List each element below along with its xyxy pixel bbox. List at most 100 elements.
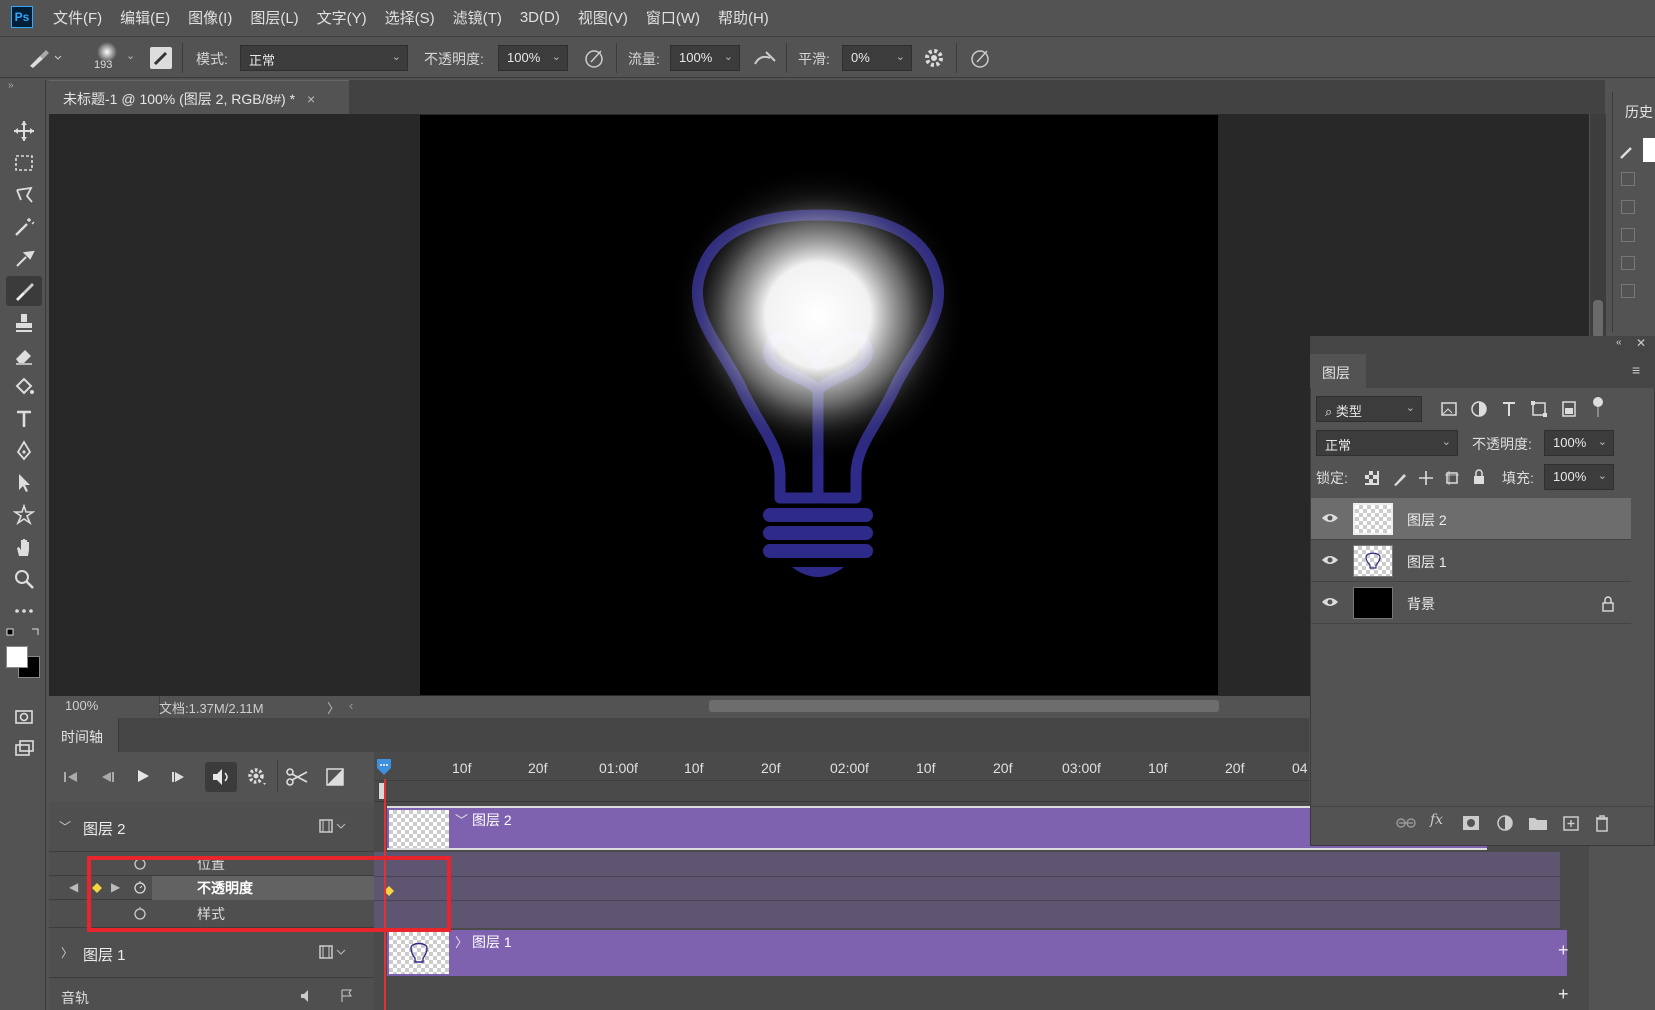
more-tools-icon[interactable]: [6, 596, 42, 626]
link-layers-icon[interactable]: [1396, 815, 1416, 831]
screen-mode-icon[interactable]: [6, 734, 42, 764]
menu-select[interactable]: 选择(S): [385, 7, 435, 28]
history-tab[interactable]: 历史: [1625, 102, 1653, 122]
quick-mask-icon[interactable]: [6, 702, 42, 732]
add-audio-icon[interactable]: +: [1558, 984, 1569, 1005]
visibility-eye-icon[interactable]: [1321, 554, 1339, 566]
layers-tab[interactable]: 图层: [1310, 354, 1366, 388]
collapse-panel-icon[interactable]: «: [1616, 337, 1622, 348]
menu-view[interactable]: 视图(V): [578, 7, 628, 28]
pressure-opacity-icon[interactable]: [582, 46, 606, 70]
fx-icon[interactable]: fx: [1430, 812, 1443, 828]
paint-bucket-tool-icon[interactable]: [6, 372, 42, 402]
layer-row[interactable]: 背景: [1311, 582, 1631, 624]
visibility-eye-icon[interactable]: [1321, 596, 1339, 608]
add-mask-icon[interactable]: [1462, 815, 1480, 831]
hand-tool-icon[interactable]: [6, 532, 42, 562]
new-group-folder-icon[interactable]: [1528, 815, 1548, 831]
audio-toggle-button[interactable]: [205, 762, 237, 792]
layer-opacity-input[interactable]: 100% ⌄: [1544, 430, 1614, 456]
split-playhead-scissors-icon[interactable]: [285, 766, 309, 788]
brush-tool-icon[interactable]: [6, 276, 42, 306]
smoothing-input[interactable]: 0% ⌄: [842, 45, 912, 71]
audio-track-row[interactable]: 音轨: [49, 978, 374, 1010]
menu-layer[interactable]: 图层(L): [250, 7, 298, 28]
document-canvas[interactable]: [420, 115, 1218, 695]
panel-menu-icon[interactable]: ≡: [1632, 362, 1640, 378]
history-checkbox[interactable]: [1621, 228, 1635, 242]
scroll-left-icon[interactable]: ‹: [349, 698, 353, 713]
go-to-first-frame-icon[interactable]: [63, 770, 79, 784]
menu-file[interactable]: 文件(F): [53, 7, 102, 28]
film-strip-icon[interactable]: [319, 818, 347, 834]
eyedropper-tool-icon[interactable]: [6, 244, 42, 274]
document-tab[interactable]: 未标题-1 @ 100% (图层 2, RGB/8#) * ×: [49, 80, 349, 114]
layer1-clip[interactable]: 〉 图层 1: [387, 930, 1567, 976]
timeline-layer-row[interactable]: 〉 图层 1: [49, 928, 374, 978]
next-frame-icon[interactable]: [171, 770, 187, 784]
speaker-icon[interactable]: [299, 988, 317, 1004]
path-selection-tool-icon[interactable]: [6, 468, 42, 498]
status-menu-arrow-icon[interactable]: 〉: [327, 698, 340, 717]
timeline-tab[interactable]: 时间轴: [49, 718, 119, 752]
brush-panel-icon[interactable]: [150, 47, 172, 69]
filter-toggle-icon[interactable]: [1592, 396, 1604, 420]
zoom-tool-icon[interactable]: [6, 564, 42, 594]
collapse-icon[interactable]: »: [8, 80, 14, 91]
layer-row[interactable]: 图层 2: [1311, 498, 1631, 540]
menu-image[interactable]: 图像(I): [188, 7, 232, 28]
menu-window[interactable]: 窗口(W): [646, 7, 700, 28]
transition-icon[interactable]: [325, 767, 345, 787]
history-checkbox[interactable]: [1621, 172, 1635, 186]
expand-chevron-icon[interactable]: 〉: [61, 944, 73, 961]
stamp-tool-icon[interactable]: [6, 308, 42, 338]
lock-image-pixels-icon[interactable]: [1392, 470, 1408, 486]
collapse-chevron-icon[interactable]: ﹀: [59, 818, 71, 835]
play-icon[interactable]: [135, 768, 151, 784]
pressure-size-icon[interactable]: [968, 46, 992, 70]
chevron-down-icon[interactable]: ⌄: [126, 49, 135, 62]
magic-wand-tool-icon[interactable]: [6, 212, 42, 242]
shape-tool-icon[interactable]: [6, 500, 42, 530]
layer-row[interactable]: 图层 1: [1311, 540, 1631, 582]
opacity-input[interactable]: 100% ⌄: [498, 45, 568, 71]
flow-input[interactable]: 100% ⌄: [670, 45, 740, 71]
clip-chevron-icon[interactable]: 〉: [455, 932, 468, 951]
brush-tool-preset-icon[interactable]: [26, 47, 62, 69]
filter-type-icon[interactable]: [1500, 400, 1518, 418]
filter-adjustment-icon[interactable]: [1470, 400, 1488, 418]
mode-dropdown[interactable]: 正常 ⌄: [240, 45, 408, 71]
timeline-layer-row[interactable]: ﹀ 图层 2: [49, 802, 374, 852]
horizontal-scrollbar-thumb[interactable]: [709, 700, 1219, 712]
history-checkbox[interactable]: [1621, 256, 1635, 270]
marquee-tool-icon[interactable]: [6, 148, 42, 178]
lock-artboard-icon[interactable]: [1444, 470, 1460, 486]
filter-smart-object-icon[interactable]: [1560, 400, 1578, 418]
menu-3d[interactable]: 3D(D): [520, 9, 560, 26]
film-strip-icon[interactable]: [319, 944, 347, 960]
type-tool-icon[interactable]: [6, 404, 42, 434]
filter-shape-icon[interactable]: [1530, 400, 1548, 418]
add-media-icon[interactable]: +: [1558, 940, 1569, 961]
history-checkbox[interactable]: [1621, 284, 1635, 298]
move-tool-icon[interactable]: [6, 116, 42, 146]
scrollbar-thumb[interactable]: [1593, 300, 1603, 338]
eraser-tool-icon[interactable]: [6, 340, 42, 370]
airbrush-icon[interactable]: [752, 46, 778, 70]
pen-tool-icon[interactable]: [6, 436, 42, 466]
delete-layer-trash-icon[interactable]: [1594, 814, 1610, 832]
new-layer-icon[interactable]: [1562, 814, 1580, 832]
work-area-start-icon[interactable]: [376, 758, 392, 776]
menu-type[interactable]: 文字(Y): [317, 7, 367, 28]
adjustment-layer-icon[interactable]: [1496, 814, 1514, 832]
visibility-eye-icon[interactable]: [1321, 512, 1339, 524]
gear-icon[interactable]: [922, 46, 946, 70]
lock-position-icon[interactable]: [1418, 470, 1434, 486]
foreground-color-swatch[interactable]: [6, 646, 28, 668]
zoom-level[interactable]: 100%: [65, 698, 98, 713]
menu-edit[interactable]: 编辑(E): [120, 7, 170, 28]
history-brush-icon[interactable]: [1617, 138, 1655, 162]
filter-pixel-icon[interactable]: [1440, 400, 1458, 418]
clip-chevron-icon[interactable]: ﹀: [455, 810, 468, 829]
swap-colors-icon[interactable]: [6, 626, 42, 640]
